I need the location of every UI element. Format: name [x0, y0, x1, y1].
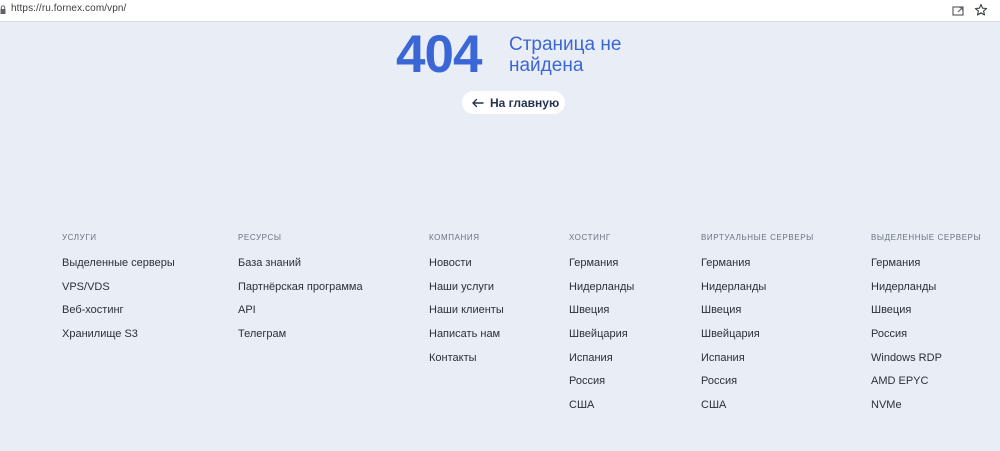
- address-url[interactable]: https://ru.fornex.com/vpn/: [11, 3, 126, 14]
- footer-link[interactable]: Контакты: [429, 352, 504, 376]
- footer-col-services: УСЛУГИ Выделенные серверы VPS/VDS Веб-хо…: [62, 232, 175, 352]
- arrow-left-icon: [472, 98, 484, 107]
- footer-link[interactable]: Испания: [701, 352, 814, 376]
- footer-heading: УСЛУГИ: [62, 233, 97, 242]
- footer-col-virtual-servers: ВИРТУАЛЬНЫЕ СЕРВЕРЫ Германия Нидерланды …: [701, 232, 814, 423]
- footer-col-dedicated-servers: ВЫДЕЛЕННЫЕ СЕРВЕРЫ Германия Нидерланды Ш…: [871, 232, 981, 423]
- footer-heading: КОМПАНИЯ: [429, 233, 480, 242]
- footer-link[interactable]: Испания: [569, 352, 634, 376]
- footer-heading: РЕСУРСЫ: [238, 233, 282, 242]
- footer-col-resources: РЕСУРСЫ База знаний Партнёрская программ…: [238, 232, 363, 352]
- error-message: Страница не найдена: [509, 34, 622, 76]
- footer-link[interactable]: API: [238, 304, 363, 328]
- browser-address-bar: https://ru.fornex.com/vpn/: [0, 0, 1000, 22]
- footer-link[interactable]: Наши клиенты: [429, 304, 504, 328]
- footer-link[interactable]: Наши услуги: [429, 281, 504, 305]
- footer-link[interactable]: Нидерланды: [569, 281, 634, 305]
- footer-col-hosting: ХОСТИНГ Германия Нидерланды Швеция Швейц…: [569, 232, 634, 423]
- footer-link[interactable]: Windows RDP: [871, 352, 981, 376]
- footer-link[interactable]: VPS/VDS: [62, 281, 175, 305]
- footer-link[interactable]: Германия: [871, 257, 981, 281]
- footer-link[interactable]: Швеция: [569, 304, 634, 328]
- footer-heading: ВИРТУАЛЬНЫЕ СЕРВЕРЫ: [701, 233, 814, 242]
- error-code: 404: [396, 25, 482, 84]
- footer-heading: ВЫДЕЛЕННЫЕ СЕРВЕРЫ: [871, 233, 982, 242]
- footer-link[interactable]: Россия: [871, 328, 981, 352]
- footer-link[interactable]: Нидерланды: [871, 281, 981, 305]
- footer-link[interactable]: Швеция: [871, 304, 981, 328]
- footer-col-company: КОМПАНИЯ Новости Наши услуги Наши клиент…: [429, 232, 504, 375]
- footer-link[interactable]: Россия: [701, 375, 814, 399]
- home-button[interactable]: На главную: [462, 91, 565, 114]
- footer-link[interactable]: Швейцария: [701, 328, 814, 352]
- home-button-label: На главную: [490, 95, 560, 110]
- footer-link[interactable]: Россия: [569, 375, 634, 399]
- footer-link[interactable]: Партнёрская программа: [238, 281, 363, 305]
- footer-link[interactable]: США: [701, 399, 814, 423]
- footer-link[interactable]: База знаний: [238, 257, 363, 281]
- footer-link[interactable]: Хранилище S3: [62, 328, 175, 352]
- footer-link[interactable]: Германия: [701, 257, 814, 281]
- footer-link[interactable]: Германия: [569, 257, 634, 281]
- footer-link[interactable]: Швеция: [701, 304, 814, 328]
- footer-heading: ХОСТИНГ: [569, 233, 611, 242]
- lock-icon[interactable]: [0, 5, 6, 15]
- footer-link[interactable]: Выделенные серверы: [62, 257, 175, 281]
- footer-link[interactable]: Телеграм: [238, 328, 363, 352]
- footer-link[interactable]: Новости: [429, 257, 504, 281]
- share-icon[interactable]: [951, 3, 965, 17]
- footer-link[interactable]: NVMe: [871, 399, 981, 423]
- footer-link[interactable]: Веб-хостинг: [62, 304, 175, 328]
- footer-link[interactable]: AMD EPYC: [871, 375, 981, 399]
- footer-link[interactable]: Швейцария: [569, 328, 634, 352]
- footer-link[interactable]: США: [569, 399, 634, 423]
- footer-link[interactable]: Написать нам: [429, 328, 504, 352]
- star-icon[interactable]: [974, 3, 988, 17]
- footer-link[interactable]: Нидерланды: [701, 281, 814, 305]
